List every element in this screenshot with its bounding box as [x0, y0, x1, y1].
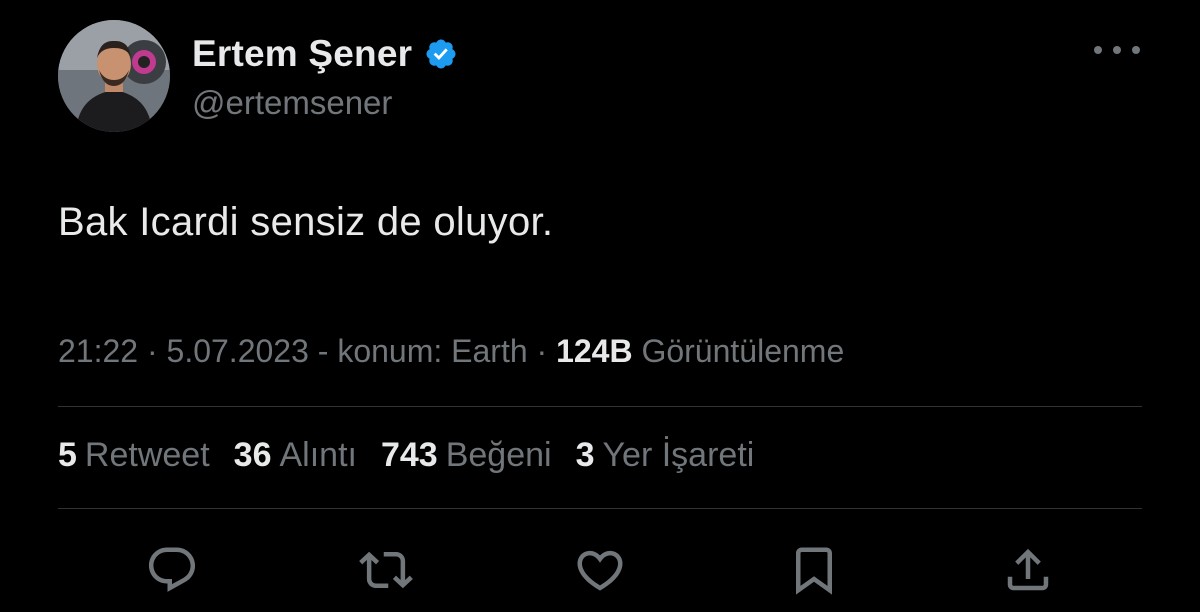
- retweet-icon: [359, 551, 413, 589]
- tweet-text: Bak Icardi sensiz de oluyor.: [58, 200, 554, 244]
- reply-button[interactable]: [144, 542, 200, 598]
- share-button[interactable]: [1000, 542, 1056, 598]
- tweet-time[interactable]: 21:22: [58, 333, 138, 369]
- bookmark-button[interactable]: [786, 542, 842, 598]
- avatar[interactable]: [58, 20, 170, 132]
- meta-separator: ·: [146, 333, 167, 369]
- more-dot: [1113, 46, 1121, 54]
- divider: [58, 406, 1142, 407]
- author-info: Ertem Şener @ertemsener: [192, 30, 458, 122]
- author-name-row: Ertem Şener: [192, 30, 458, 78]
- stat-count: 743: [380, 436, 438, 474]
- stat-label: Beğeni: [445, 436, 552, 474]
- stat-quotes[interactable]: 36 Alıntı: [234, 436, 357, 475]
- tweet-location: konum: Earth: [337, 333, 528, 369]
- meta-separator: ·: [536, 333, 557, 369]
- retweet-button[interactable]: [358, 542, 414, 598]
- avatar-image: [58, 20, 170, 132]
- tweet-meta: 21:22 · 5.07.2023 - konum: Earth · 124B …: [58, 333, 844, 370]
- bookmark-icon: [796, 547, 832, 595]
- more-options-icon[interactable]: [1094, 38, 1140, 62]
- views-count: 124B: [556, 333, 633, 369]
- author-name[interactable]: Ertem Şener: [192, 33, 412, 75]
- more-dot: [1132, 46, 1140, 54]
- stat-label: Alıntı: [279, 436, 357, 474]
- views-label: Görüntülenme: [641, 333, 845, 369]
- stat-count: 36: [233, 436, 272, 474]
- more-dot: [1094, 46, 1102, 54]
- stat-count: 5: [58, 436, 77, 474]
- stat-likes[interactable]: 743 Beğeni: [381, 436, 552, 475]
- stat-label: Yer İşareti: [602, 436, 755, 474]
- like-icon: [577, 550, 623, 591]
- verified-badge-icon[interactable]: [424, 37, 458, 71]
- meta-separator: -: [317, 333, 338, 369]
- share-icon: [1007, 548, 1049, 591]
- stat-bookmarks[interactable]: 3 Yer İşareti: [576, 436, 755, 475]
- stat-label: Retweet: [84, 436, 210, 474]
- divider: [58, 508, 1142, 509]
- like-button[interactable]: [572, 542, 628, 598]
- engagement-stats: 5 Retweet 36 Alıntı 743 Beğeni 3 Yer İşareti: [58, 436, 778, 475]
- tweet-date[interactable]: 5.07.2023: [167, 333, 309, 369]
- author-handle[interactable]: @ertemsener: [192, 84, 458, 122]
- reply-icon: [148, 547, 196, 592]
- stat-count: 3: [575, 436, 595, 474]
- stat-retweets[interactable]: 5 Retweet: [58, 436, 210, 475]
